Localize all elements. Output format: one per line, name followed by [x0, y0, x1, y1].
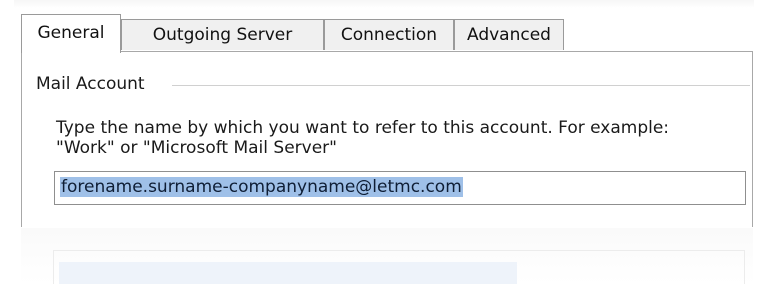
general-tab-panel: Mail Account Type the name by which you … — [21, 51, 753, 227]
tab-general[interactable]: General — [21, 14, 121, 53]
account-name-value: forename.surname-companyname@letmc.com — [60, 177, 463, 197]
account-name-field[interactable]: forename.surname-companyname@letmc.com — [54, 171, 746, 205]
reflection-selection — [59, 262, 517, 284]
account-properties-dialog: General Outgoing Server Connection Advan… — [0, 0, 760, 284]
reflection-effect — [21, 228, 753, 284]
tab-connection[interactable]: Connection — [324, 19, 454, 50]
tab-outgoing-server[interactable]: Outgoing Server — [121, 19, 324, 50]
account-name-instructions: Type the name by which you want to refer… — [56, 118, 670, 158]
window-edge — [14, 0, 754, 8]
group-divider — [172, 85, 750, 86]
mail-account-group-title: Mail Account — [36, 74, 151, 94]
tab-advanced[interactable]: Advanced — [454, 19, 564, 50]
